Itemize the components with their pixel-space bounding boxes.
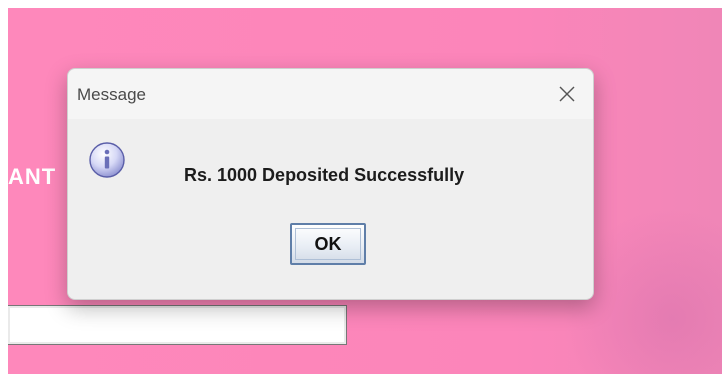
close-button[interactable] (553, 80, 581, 108)
message-dialog: Message Rs. 1000 Deposited Successfully … (67, 68, 594, 300)
dialog-title: Message (77, 85, 146, 104)
background-label: ANT (8, 164, 57, 189)
ok-button[interactable]: OK (290, 223, 366, 265)
info-icon (89, 142, 125, 178)
dialog-titlebar: Message (68, 69, 593, 119)
dialog-message: Rs. 1000 Deposited Successfully (184, 165, 465, 185)
close-icon (559, 86, 575, 102)
amount-input[interactable] (8, 305, 347, 345)
